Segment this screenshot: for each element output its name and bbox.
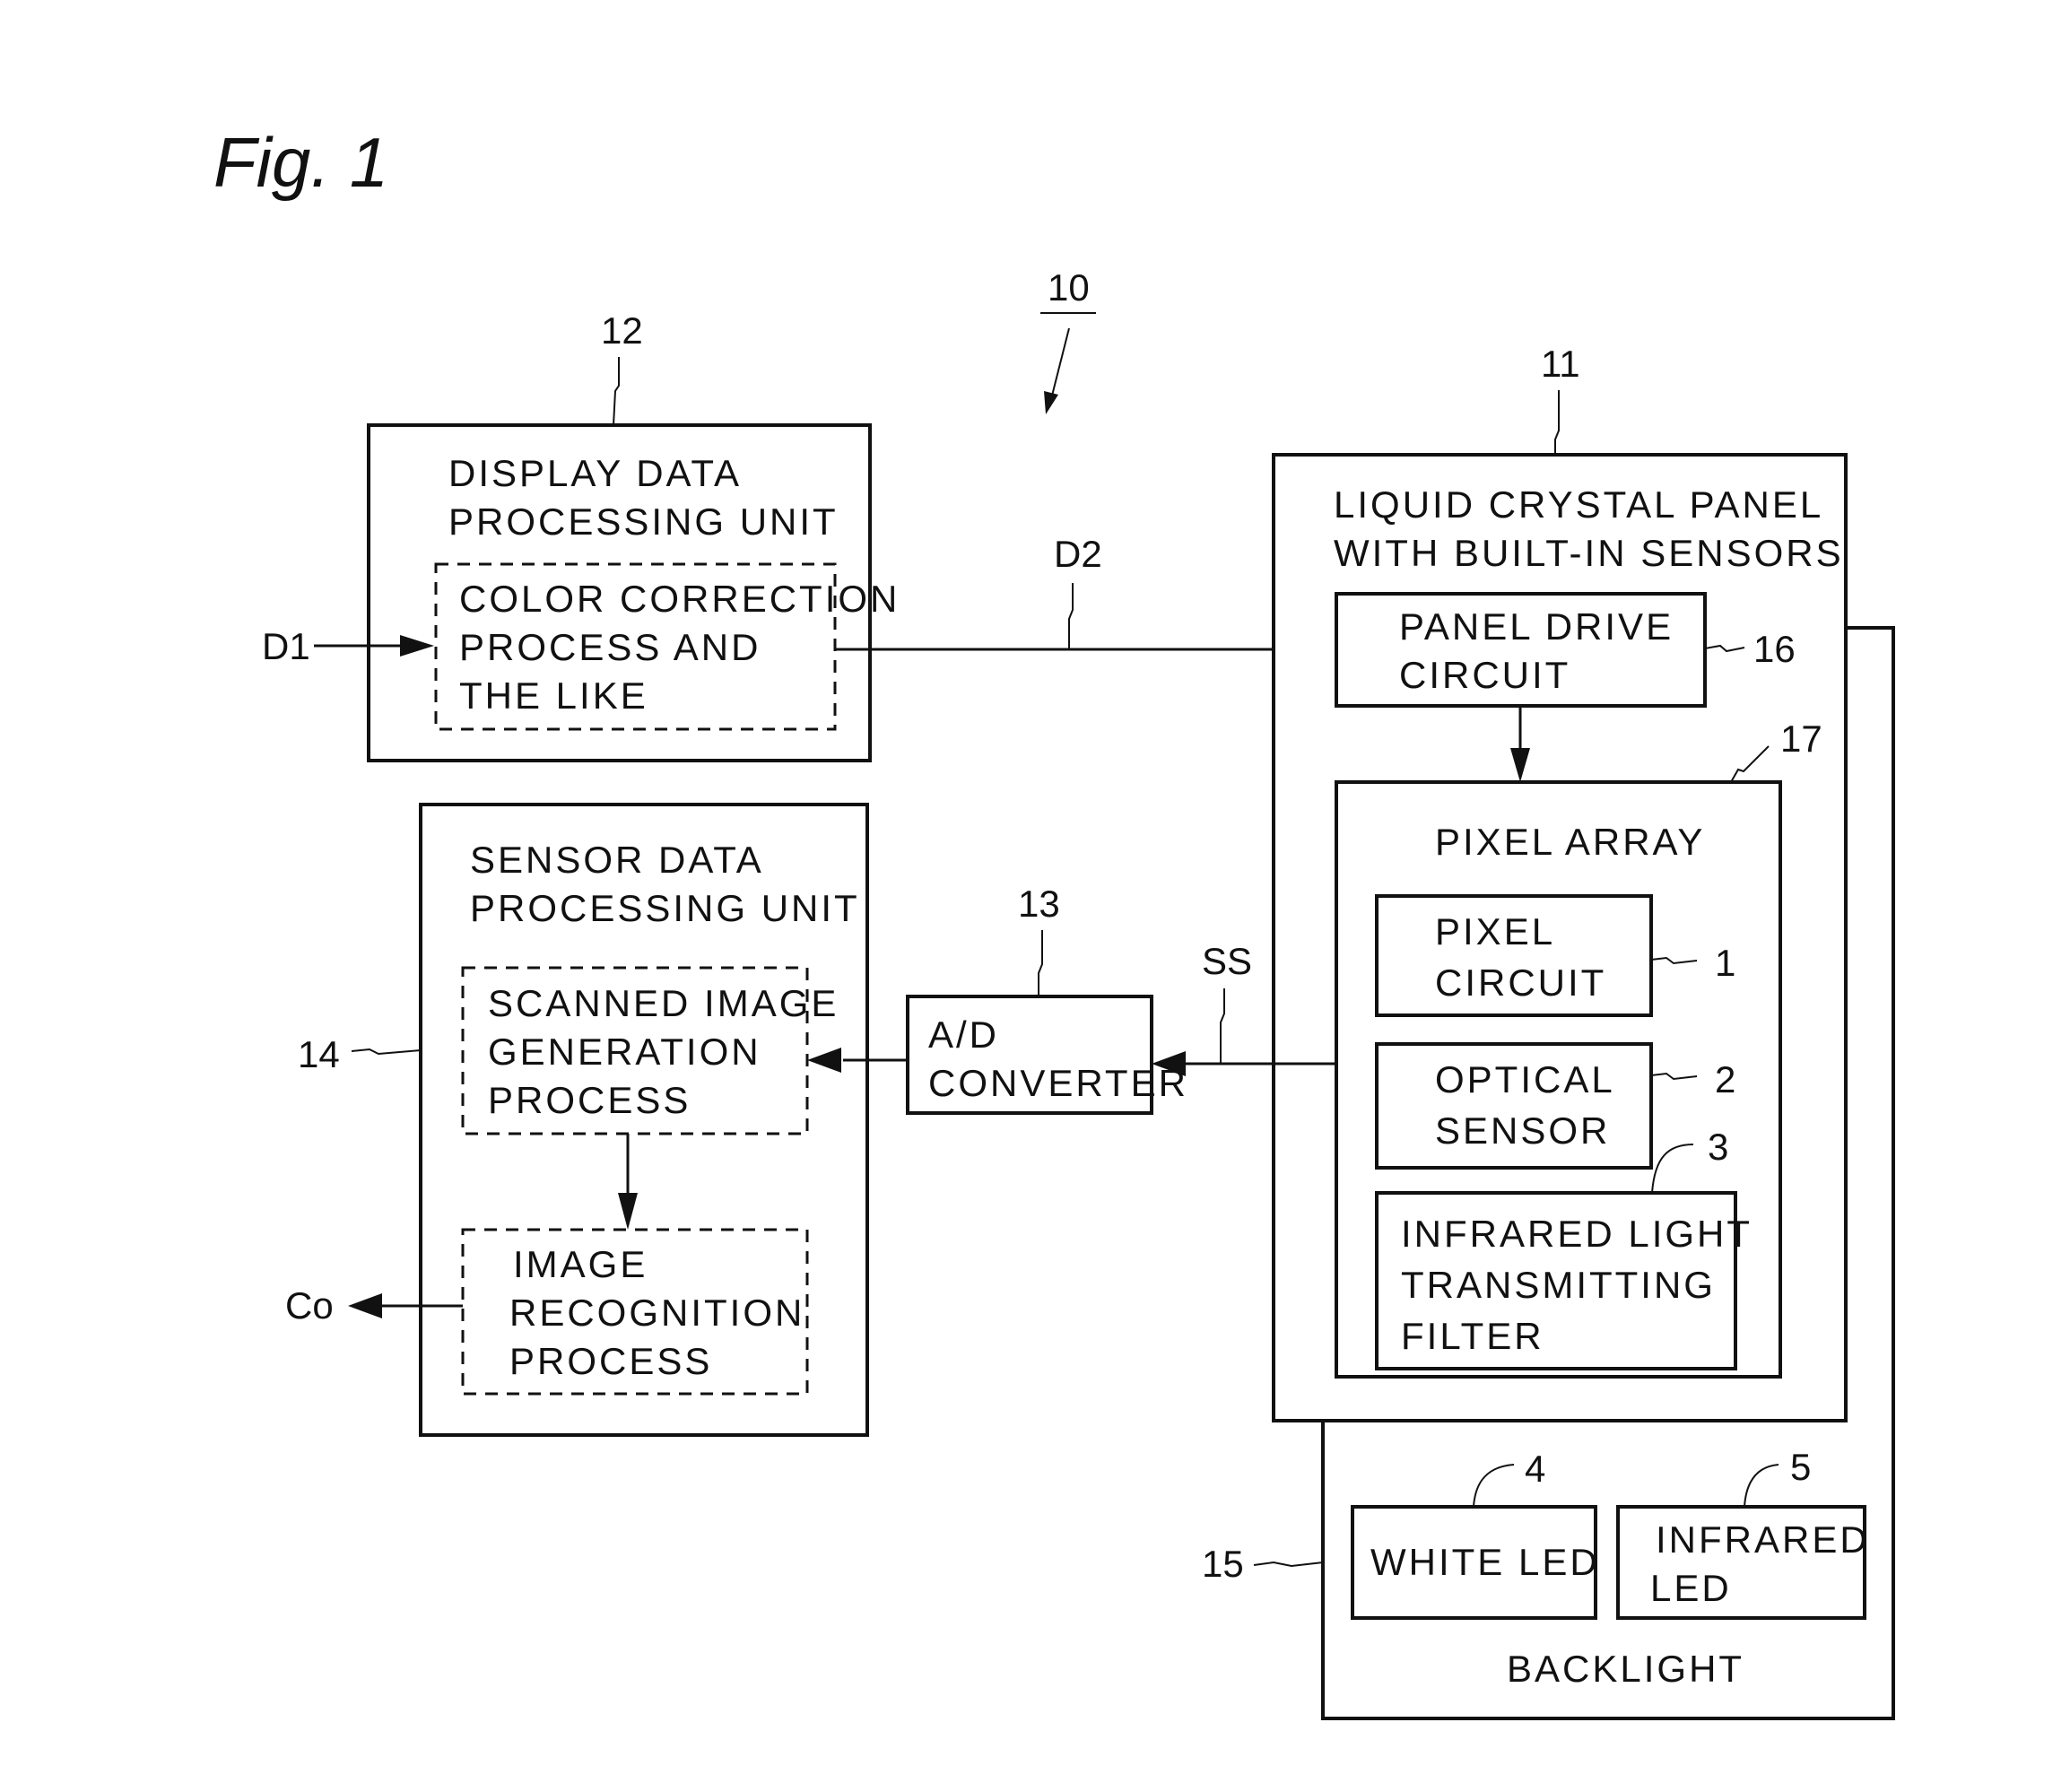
ref-15: 15 bbox=[1202, 1543, 1244, 1585]
ref-12: 12 bbox=[601, 309, 643, 352]
ref-5-leader bbox=[1744, 1464, 1779, 1508]
signal-d2: D2 bbox=[1054, 533, 1102, 575]
sensor-unit-line-2: PROCESSING UNIT bbox=[470, 887, 860, 929]
infrared-led-line-2: LED bbox=[1650, 1567, 1732, 1609]
color-correction-line-2: PROCESS AND bbox=[459, 626, 761, 668]
infrared-led-line-1: INFRARED bbox=[1656, 1518, 1870, 1561]
ref-14: 14 bbox=[298, 1033, 340, 1075]
ref-13-leader bbox=[1038, 930, 1043, 996]
ref-14-leader bbox=[351, 1048, 422, 1056]
scanned-line-2: GENERATION bbox=[488, 1031, 761, 1073]
ref-16: 16 bbox=[1753, 628, 1796, 670]
recognition-line-3: PROCESS bbox=[509, 1340, 712, 1382]
pixel-array-label: PIXEL ARRAY bbox=[1435, 821, 1705, 863]
recognition-line-2: RECOGNITION bbox=[509, 1292, 805, 1334]
panel-drive-line-2: CIRCUIT bbox=[1399, 654, 1570, 696]
ref-10: 10 bbox=[1048, 266, 1090, 309]
optical-sensor-line-2: SENSOR bbox=[1435, 1109, 1610, 1152]
ir-filter-line-3: FILTER bbox=[1401, 1315, 1544, 1357]
ref-17: 17 bbox=[1780, 718, 1822, 760]
ad-converter-line-1: A/D bbox=[928, 1013, 999, 1056]
sensor-unit-line-1: SENSOR DATA bbox=[470, 839, 764, 881]
ref-4-leader bbox=[1473, 1464, 1515, 1508]
scanned-line-3: PROCESS bbox=[488, 1079, 691, 1121]
optical-sensor-line-1: OPTICAL bbox=[1435, 1058, 1615, 1100]
ref-5: 5 bbox=[1790, 1446, 1811, 1488]
lcd-panel-line-2: WITH BUILT-IN SENSORS bbox=[1334, 532, 1844, 574]
color-correction-line-3: THE LIKE bbox=[459, 674, 648, 717]
ref-2: 2 bbox=[1715, 1058, 1735, 1100]
backlight-label: BACKLIGHT bbox=[1507, 1648, 1744, 1690]
d1-arrowhead bbox=[400, 635, 434, 657]
white-led-label: WHITE LED bbox=[1370, 1541, 1600, 1583]
scanned-line-1: SCANNED IMAGE bbox=[488, 982, 839, 1024]
ref-11: 11 bbox=[1541, 343, 1580, 385]
ir-filter-line-2: TRANSMITTING bbox=[1401, 1264, 1716, 1306]
signal-co: Co bbox=[285, 1284, 334, 1327]
scan-to-recognition-arrowhead bbox=[618, 1193, 638, 1230]
display-unit-line-1: DISPLAY DATA bbox=[448, 452, 742, 494]
d2-leader bbox=[1068, 583, 1074, 649]
panel-drive-line-1: PANEL DRIVE bbox=[1399, 605, 1674, 648]
lcd-panel-line-1: LIQUID CRYSTAL PANEL bbox=[1334, 483, 1823, 526]
ref-10-arrowhead bbox=[1044, 391, 1058, 414]
ref-4: 4 bbox=[1525, 1448, 1545, 1490]
pixel-circuit-line-2: CIRCUIT bbox=[1435, 961, 1606, 1004]
ir-filter-line-1: INFRARED LIGHT bbox=[1401, 1213, 1753, 1255]
ss-leader bbox=[1220, 988, 1225, 1064]
recognition-line-1: IMAGE bbox=[513, 1243, 648, 1285]
ref-11-leader bbox=[1554, 390, 1560, 455]
ref-3: 3 bbox=[1708, 1126, 1728, 1168]
display-unit-line-2: PROCESSING UNIT bbox=[448, 500, 839, 543]
co-arrowhead bbox=[348, 1293, 382, 1318]
figure-title: Fig. 1 bbox=[213, 123, 388, 202]
pixel-circuit-line-1: PIXEL bbox=[1435, 910, 1555, 953]
block-diagram: Fig. 1 10 12 DISPLAY DATA PROCESSING UNI… bbox=[213, 123, 1895, 1720]
signal-ss: SS bbox=[1202, 940, 1252, 982]
ref-10-arrow-line bbox=[1050, 327, 1070, 400]
ref-1: 1 bbox=[1715, 942, 1735, 984]
ad-to-scan-arrowhead bbox=[807, 1048, 841, 1073]
ref-15-leader bbox=[1253, 1561, 1324, 1568]
ad-converter-line-2: CONVERTER bbox=[928, 1062, 1188, 1104]
ref-12-leader bbox=[613, 357, 620, 426]
signal-d1: D1 bbox=[262, 625, 310, 667]
color-correction-line-1: COLOR CORRECTION bbox=[459, 578, 900, 620]
ref-13: 13 bbox=[1018, 883, 1060, 925]
